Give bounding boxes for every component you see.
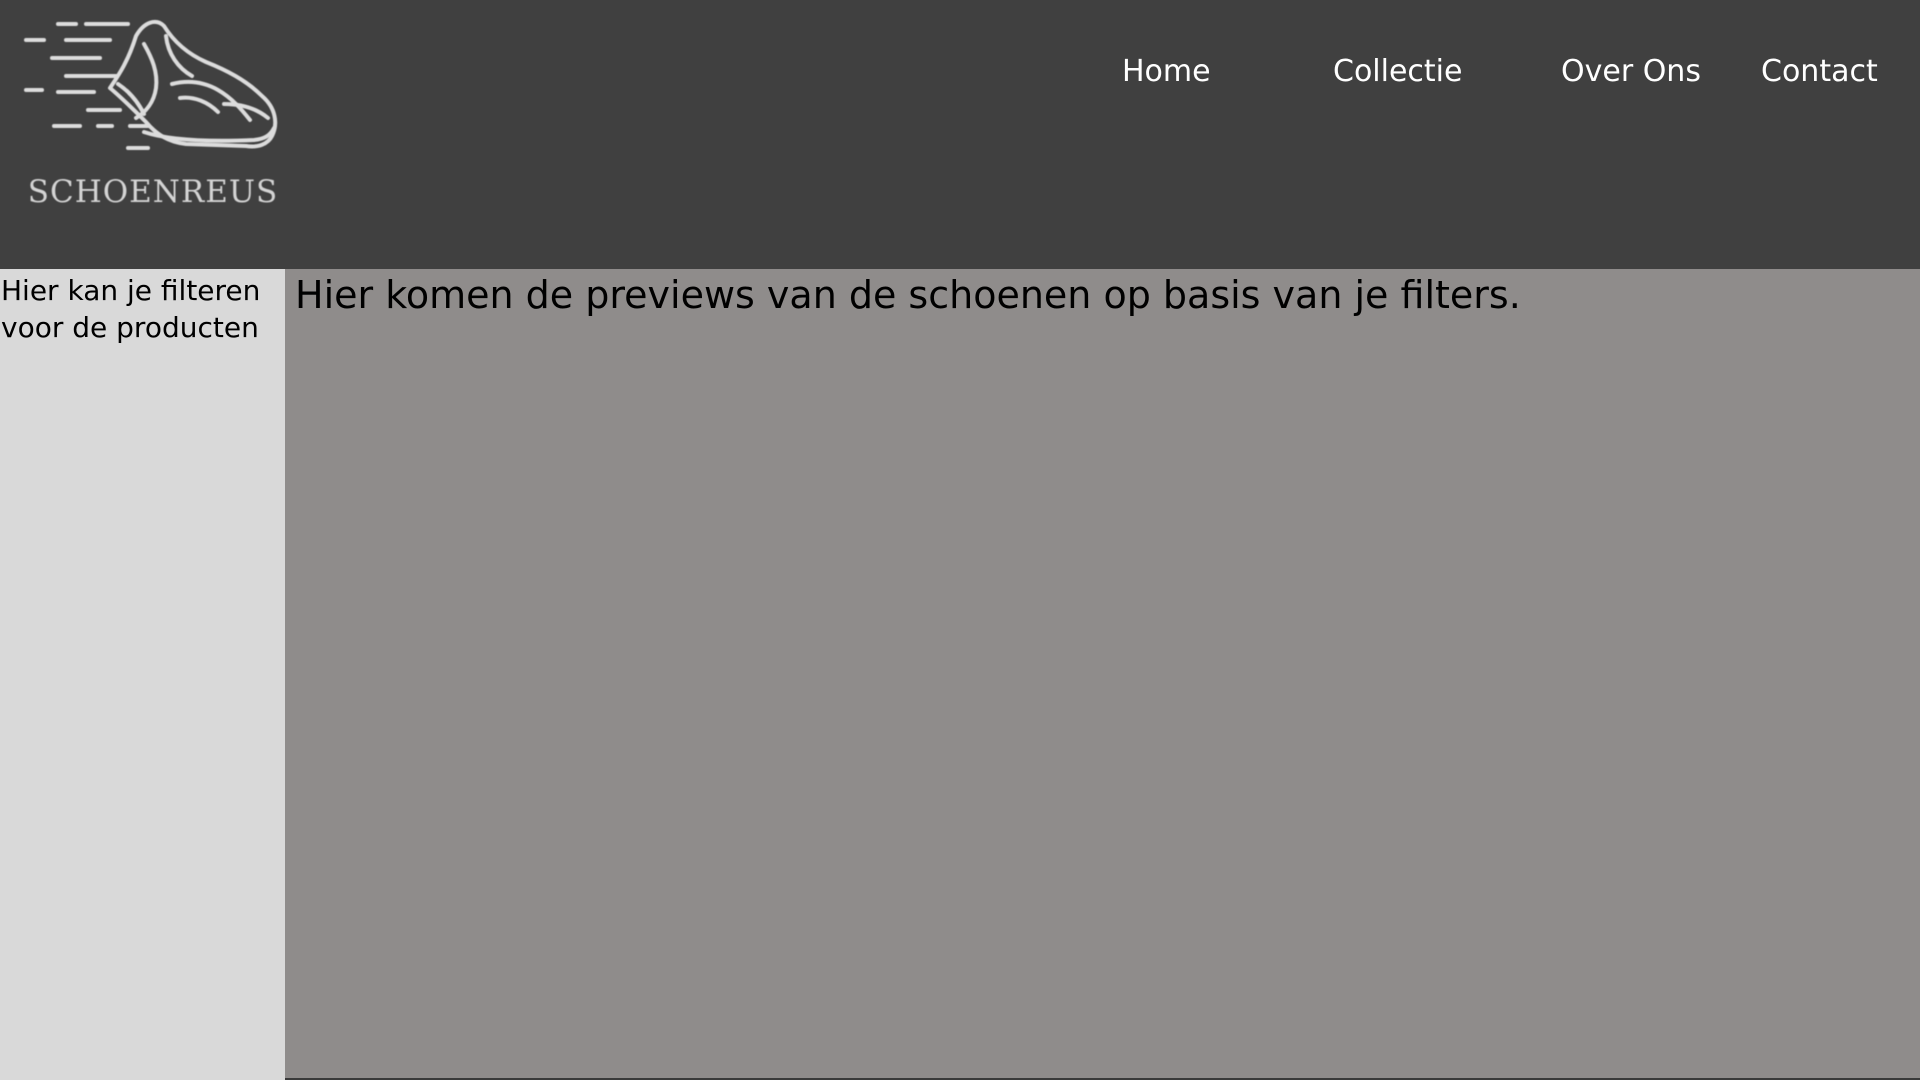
filter-placeholder-text: Hier kan je filteren voor de producten: [1, 274, 261, 344]
nav-contact[interactable]: Contact: [1761, 54, 1878, 89]
site-header: SCHOENREUS Home Collectie Over Ons Conta…: [0, 0, 1920, 269]
running-shoe-icon: [24, 19, 278, 150]
nav-over-ons[interactable]: Over Ons: [1561, 54, 1701, 89]
nav-collectie[interactable]: Collectie: [1333, 54, 1462, 89]
previews-placeholder-text: Hier komen de previews van de schoenen o…: [295, 273, 1521, 317]
product-previews-area: Hier komen de previews van de schoenen o…: [285, 269, 1920, 1080]
filter-sidebar: Hier kan je filteren voor de producten: [0, 269, 285, 1080]
logo-text: SCHOENREUS: [27, 174, 279, 210]
nav-home[interactable]: Home: [1122, 54, 1211, 89]
